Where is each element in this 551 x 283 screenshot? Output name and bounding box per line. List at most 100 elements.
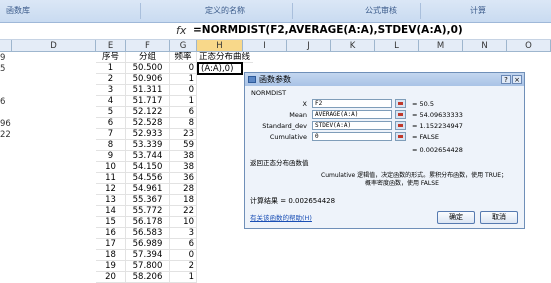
fx-icon[interactable]: fx (176, 24, 186, 37)
table-cell-serial[interactable]: 17 (96, 239, 126, 250)
table-cell-serial[interactable]: 18 (96, 250, 126, 261)
table-cell-serial[interactable]: 16 (96, 228, 126, 239)
header-cell-group[interactable]: 分组 (126, 52, 170, 63)
table-cell-group[interactable]: 57.800 (126, 261, 170, 272)
table-cell-serial[interactable]: 19 (96, 261, 126, 272)
column-header-i[interactable]: I (243, 40, 287, 52)
table-cell-frequency[interactable]: 59 (170, 140, 197, 151)
function-help-link[interactable]: 有关该函数的帮助(H) (250, 212, 312, 222)
table-cell-group[interactable]: 50.500 (126, 63, 170, 74)
table-cell-group[interactable]: 51.717 (126, 96, 170, 107)
table-cell-serial[interactable]: 12 (96, 184, 126, 195)
select-all-corner[interactable] (0, 40, 12, 52)
table-cell-group[interactable]: 52.933 (126, 129, 170, 140)
param-input-mean[interactable]: AVERAGE(A:A) (312, 110, 392, 119)
param-result-cumulative: = FALSE (412, 133, 439, 141)
table-cell-group[interactable]: 53.339 (126, 140, 170, 151)
column-header-h[interactable]: H (197, 40, 243, 52)
param-label-x: X (302, 100, 307, 108)
close-icon[interactable]: × (512, 75, 522, 84)
table-cell-serial[interactable]: 9 (96, 151, 126, 162)
table-cell-group[interactable]: 51.311 (126, 85, 170, 96)
range-select-icon[interactable] (395, 132, 406, 141)
column-header-o[interactable]: O (507, 40, 551, 52)
table-cell-group[interactable]: 57.394 (126, 250, 170, 261)
table-cell-group[interactable]: 58.206 (126, 272, 170, 283)
table-cell-serial[interactable]: 11 (96, 173, 126, 184)
header-cell-frequency[interactable]: 频率 (170, 52, 197, 63)
table-cell-serial[interactable]: 6 (96, 118, 126, 129)
table-cell-frequency[interactable]: 22 (170, 206, 197, 217)
table-cell-frequency[interactable]: 0 (170, 85, 197, 96)
formula-input[interactable]: =NORMDIST(F2,AVERAGE(A:A),STDEV(A:A),0) (193, 24, 463, 36)
table-cell-serial[interactable]: 10 (96, 162, 126, 173)
table-cell-serial[interactable]: 20 (96, 272, 126, 283)
column-header-m[interactable]: M (419, 40, 463, 52)
range-select-icon[interactable] (395, 110, 406, 119)
column-header-g[interactable]: G (170, 40, 197, 52)
table-cell-group[interactable]: 55.772 (126, 206, 170, 217)
active-cell-h2[interactable]: (A:A),0) (197, 62, 243, 75)
column-header-d[interactable]: D (12, 40, 96, 52)
column-header-j[interactable]: J (287, 40, 331, 52)
range-select-icon[interactable] (395, 99, 406, 108)
param-input-cumulative[interactable]: 0 (312, 132, 392, 141)
cancel-button[interactable]: 取消 (480, 211, 518, 224)
table-cell-frequency[interactable]: 38 (170, 162, 197, 173)
table-cell-group[interactable]: 54.556 (126, 173, 170, 184)
ok-button[interactable]: 确定 (437, 211, 475, 224)
table-cell-serial[interactable]: 7 (96, 129, 126, 140)
table-cell-frequency[interactable]: 1 (170, 96, 197, 107)
table-cell-group[interactable]: 52.122 (126, 107, 170, 118)
table-cell-serial[interactable]: 8 (96, 140, 126, 151)
table-cell-serial[interactable]: 15 (96, 217, 126, 228)
table-cell-frequency[interactable]: 0 (170, 250, 197, 261)
column-header-l[interactable]: L (375, 40, 419, 52)
help-icon[interactable]: ? (501, 75, 511, 84)
param-input-standard-dev[interactable]: STDEV(A:A) (312, 121, 392, 130)
column-header-f[interactable]: F (126, 40, 170, 52)
ribbon-group-calculation[interactable]: 计算 (470, 5, 486, 16)
table-cell-serial[interactable]: 4 (96, 96, 126, 107)
table-cell-frequency[interactable]: 23 (170, 129, 197, 140)
table-cell-frequency[interactable]: 3 (170, 228, 197, 239)
table-cell-serial[interactable]: 5 (96, 107, 126, 118)
table-cell-group[interactable]: 54.150 (126, 162, 170, 173)
table-cell-frequency[interactable]: 38 (170, 151, 197, 162)
table-cell-frequency[interactable]: 18 (170, 195, 197, 206)
table-cell-group[interactable]: 56.989 (126, 239, 170, 250)
table-cell-frequency[interactable]: 1 (170, 272, 197, 283)
table-cell-frequency[interactable]: 6 (170, 239, 197, 250)
table-cell-group[interactable]: 54.961 (126, 184, 170, 195)
table-cell-serial[interactable]: 2 (96, 74, 126, 85)
column-header-k[interactable]: K (331, 40, 375, 52)
table-cell-group[interactable]: 50.906 (126, 74, 170, 85)
table-cell-serial[interactable]: 3 (96, 85, 126, 96)
table-cell-serial[interactable]: 14 (96, 206, 126, 217)
table-cell-frequency[interactable]: 0 (170, 63, 197, 74)
ribbon-group-defined-names[interactable]: 定义的名称 (205, 5, 245, 16)
range-select-icon[interactable] (395, 121, 406, 130)
table-cell-frequency[interactable]: 1 (170, 74, 197, 85)
table-cell-group[interactable]: 56.178 (126, 217, 170, 228)
dialog-titlebar[interactable]: 函数参数 ? × (245, 73, 524, 86)
header-cell-serial[interactable]: 序号 (96, 52, 126, 63)
table-cell-group[interactable]: 53.744 (126, 151, 170, 162)
table-cell-frequency[interactable]: 2 (170, 261, 197, 272)
param-input-x[interactable]: F2 (312, 99, 392, 108)
table-cell-frequency[interactable]: 6 (170, 107, 197, 118)
table-cell-serial[interactable]: 1 (96, 63, 126, 74)
table-cell-frequency[interactable]: 36 (170, 173, 197, 184)
ribbon-group-formula-auditing[interactable]: 公式审核 (365, 5, 397, 16)
table-cell-group[interactable]: 55.367 (126, 195, 170, 206)
table-cell-group[interactable]: 52.528 (126, 118, 170, 129)
column-header-e[interactable]: E (96, 40, 126, 52)
table-cell-frequency[interactable]: 8 (170, 118, 197, 129)
table-cell-frequency[interactable]: 10 (170, 217, 197, 228)
table-cell-frequency[interactable]: 28 (170, 184, 197, 195)
table-cell-group[interactable]: 56.583 (126, 228, 170, 239)
ribbon-group-function-library[interactable]: 函数库 (6, 5, 30, 16)
param-label-cumulative: Cumulative (269, 133, 307, 141)
column-header-n[interactable]: N (463, 40, 507, 52)
table-cell-serial[interactable]: 13 (96, 195, 126, 206)
